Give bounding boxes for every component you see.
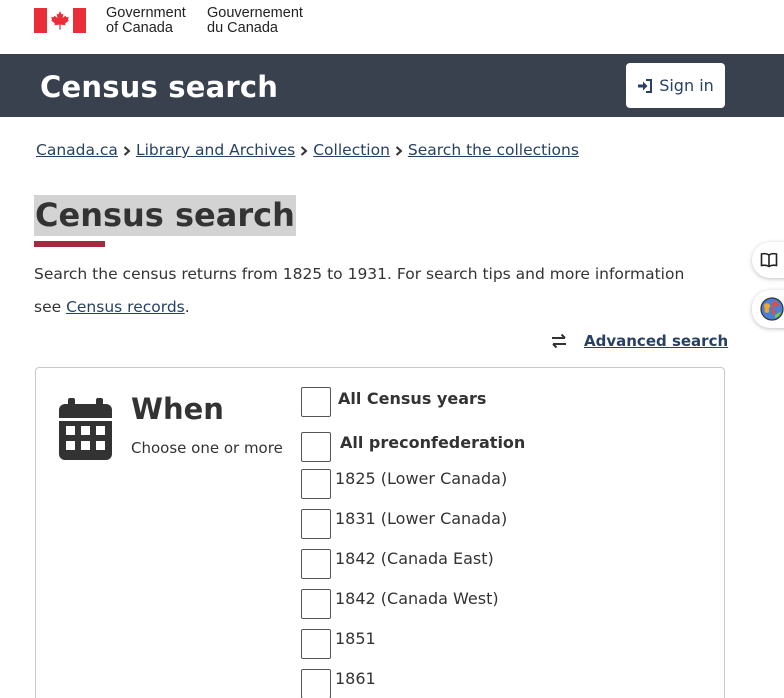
advanced-search-toggle[interactable]: Advanced search xyxy=(550,332,728,350)
page-title: Census search xyxy=(34,195,296,236)
checkbox-label: 1831 (Lower Canada) xyxy=(335,509,508,528)
wordmark-fr-line2: du Canada xyxy=(207,20,278,36)
census-records-link[interactable]: Census records xyxy=(66,298,185,316)
checkbox-label: All preconfederation xyxy=(340,433,526,452)
wordmark-en-line2: of Canada xyxy=(106,20,173,36)
checkbox-option[interactable]: 1825 (Lower Canada) xyxy=(301,469,507,499)
breadcrumb-search-collections[interactable]: Search the collections xyxy=(408,141,579,159)
checkbox-label: All Census years xyxy=(338,389,487,408)
checkbox-label: 1851 xyxy=(335,629,376,648)
breadcrumb-library-archives[interactable]: Library and Archives xyxy=(136,141,295,159)
checkbox-option[interactable]: 1831 (Lower Canada) xyxy=(301,509,507,539)
checkbox-label: 1825 (Lower Canada) xyxy=(335,469,508,488)
sign-in-icon xyxy=(638,78,653,93)
when-subtitle: Choose one or more xyxy=(131,439,283,457)
breadcrumb-collection[interactable]: Collection xyxy=(313,141,390,159)
sign-in-button[interactable]: Sign in xyxy=(626,63,725,108)
checkbox-option[interactable]: 1861 xyxy=(301,669,376,698)
checkbox[interactable] xyxy=(301,387,331,417)
breadcrumb: Canada.ca Library and Archives Collectio… xyxy=(36,141,579,159)
gouvernement-du-canada-wordmark: Gouvernement du Canada xyxy=(207,6,303,36)
checkbox[interactable] xyxy=(301,589,331,619)
checkbox[interactable] xyxy=(301,509,331,539)
wordmark-en-line1: Government xyxy=(106,5,186,21)
checkbox-label: 1861 xyxy=(335,669,376,688)
checkbox[interactable] xyxy=(301,549,331,579)
wordmark-fr-line1: Gouvernement xyxy=(207,5,303,21)
calendar-icon xyxy=(59,398,112,460)
checkbox-option[interactable]: All preconfederation xyxy=(301,432,525,462)
checkbox[interactable] xyxy=(301,469,331,499)
checkbox-option[interactable]: 1842 (Canada West) xyxy=(301,589,499,619)
canada-flag-icon[interactable] xyxy=(34,8,86,33)
when-panel: When Choose one or more All Census years… xyxy=(35,367,725,698)
side-language-button[interactable] xyxy=(752,290,784,328)
chevron-right-icon xyxy=(390,141,408,159)
checkbox[interactable] xyxy=(301,669,331,698)
sign-in-label: Sign in xyxy=(659,76,714,95)
title-underline xyxy=(34,241,105,247)
checkbox-option[interactable]: 1851 xyxy=(301,629,376,659)
checkbox[interactable] xyxy=(301,629,331,659)
checkbox-label: 1842 (Canada West) xyxy=(335,589,499,608)
chevron-right-icon xyxy=(295,141,313,159)
checkbox-option[interactable]: 1842 (Canada East) xyxy=(301,549,494,579)
intro-period: . xyxy=(184,298,190,316)
government-header: Government of Canada Gouvernement du Can… xyxy=(0,0,784,54)
intro-text: Search the census returns from 1825 to 1… xyxy=(34,258,704,324)
government-of-canada-wordmark: Government of Canada xyxy=(106,6,186,36)
book-icon xyxy=(760,252,778,268)
side-feedback-button[interactable] xyxy=(752,242,784,278)
advanced-search-link[interactable]: Advanced search xyxy=(584,332,728,350)
swap-arrows-icon xyxy=(552,333,566,349)
app-banner: Census search Sign in xyxy=(0,54,784,117)
checkbox[interactable] xyxy=(301,432,331,462)
when-heading: When xyxy=(131,392,224,426)
checkbox-option[interactable]: All Census years xyxy=(301,387,486,417)
checkbox-label: 1842 (Canada East) xyxy=(335,549,494,568)
app-title[interactable]: Census search xyxy=(40,70,278,104)
breadcrumb-canada[interactable]: Canada.ca xyxy=(36,141,118,159)
globe-icon xyxy=(760,297,784,321)
chevron-right-icon xyxy=(118,141,136,159)
